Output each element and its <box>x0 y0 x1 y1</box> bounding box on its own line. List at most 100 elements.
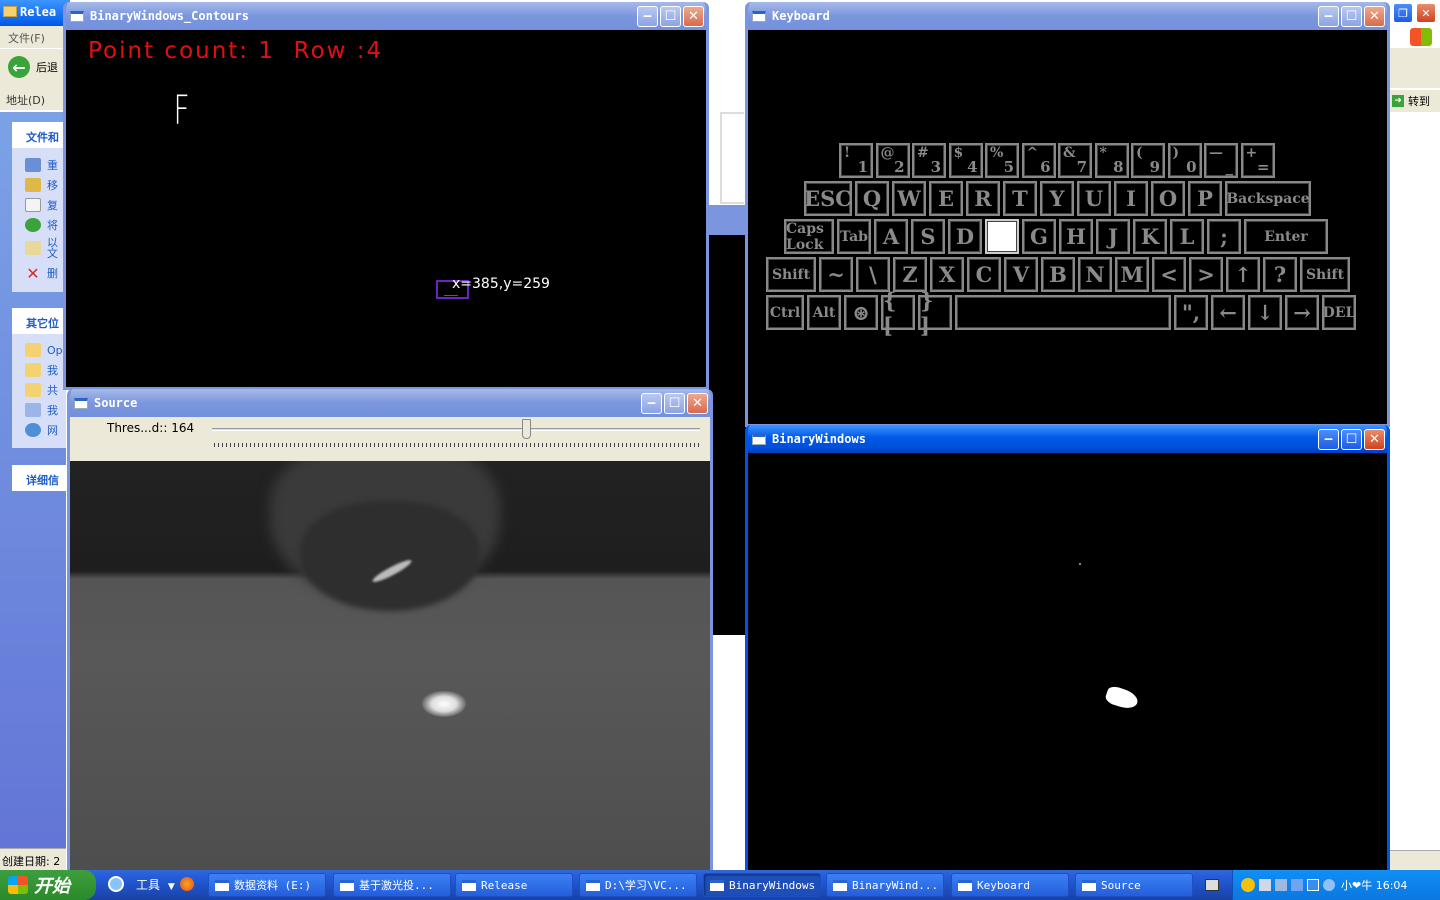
minimize-button[interactable]: ‒ <box>637 5 658 27</box>
key-num-5[interactable]: % 5 <box>985 143 1019 178</box>
key-e[interactable]: E <box>929 181 963 216</box>
place-item-2[interactable]: 我 <box>25 362 58 378</box>
back-button[interactable]: ← 后退 <box>8 56 58 78</box>
key-x[interactable]: ⊛ <box>844 295 878 330</box>
taskbar-item-7[interactable]: Keyboard <box>951 873 1069 897</box>
task-item-publish[interactable]: 将 <box>25 217 58 233</box>
key-j[interactable]: J <box>1096 219 1130 254</box>
key-x[interactable]: > <box>1189 257 1223 292</box>
maximize-button[interactable]: ☐ <box>660 5 681 27</box>
source-titlebar[interactable]: Source ‒ ☐ ✕ <box>70 389 710 417</box>
minimize-button[interactable]: ‒ <box>1318 428 1339 450</box>
close-button[interactable]: ✕ <box>1364 5 1385 27</box>
binary-titlebar[interactable]: BinaryWindows ‒ ☐ ✕ <box>748 425 1387 453</box>
contours-titlebar[interactable]: BinaryWindows_Contours ‒ ☐ ✕ <box>66 2 706 30</box>
close-button[interactable]: ✕ <box>687 392 708 414</box>
tray-icon-6[interactable] <box>1323 879 1335 891</box>
taskbar-item-3[interactable]: Release <box>455 873 573 897</box>
key-left-shift[interactable]: Shift <box>766 257 816 292</box>
key-w[interactable]: W <box>892 181 926 216</box>
key-x[interactable]: < <box>1152 257 1186 292</box>
key-x[interactable]: ~ <box>819 257 853 292</box>
key-num-8[interactable]: * 8 <box>1094 143 1129 178</box>
key-num-_[interactable]: — _ <box>1204 143 1238 178</box>
key-p[interactable]: P <box>1188 181 1222 216</box>
outer-close-button[interactable]: ✕ <box>1416 3 1436 23</box>
key-d[interactable]: D <box>948 219 982 254</box>
key-x[interactable]: ← <box>1211 295 1245 330</box>
key-s[interactable]: S <box>911 219 945 254</box>
key-x[interactable]: ↓ <box>1248 295 1282 330</box>
task-item-copy[interactable]: 复 <box>25 197 58 213</box>
minimize-button[interactable]: ‒ <box>1318 5 1339 27</box>
key-;[interactable]: ; <box>1207 219 1241 254</box>
key-num-9[interactable]: (9 <box>1131 143 1165 178</box>
key-num-4[interactable]: $4 <box>948 143 983 178</box>
key-i[interactable]: I <box>1114 181 1148 216</box>
place-item-5[interactable]: 网 <box>25 422 58 438</box>
quicklaunch-ie-icon[interactable] <box>108 876 124 892</box>
key-caps-lock[interactable]: Caps Lock <box>784 219 834 254</box>
key-num-1[interactable]: ! 1 <box>839 143 873 178</box>
tools-menu[interactable]: 工具 ▼ <box>136 876 175 893</box>
firefox-icon[interactable] <box>180 877 194 891</box>
taskbar-item-1[interactable]: 数据资料 (E:) <box>208 873 326 897</box>
key-h[interactable]: H <box>1059 219 1093 254</box>
key-num-3[interactable]: #3 <box>912 143 946 178</box>
place-item-4[interactable]: 我 <box>25 402 58 418</box>
key-num-=[interactable]: + = <box>1240 143 1275 178</box>
tray-icon-4[interactable] <box>1291 879 1303 891</box>
key-v[interactable]: V <box>1004 257 1038 292</box>
key-space[interactable] <box>955 295 1171 330</box>
shield-icon[interactable] <box>1307 879 1319 891</box>
network-tray-icon[interactable] <box>1275 879 1287 891</box>
key-num-7[interactable]: & 7 <box>1058 143 1092 178</box>
clock[interactable]: 小❤牛 16:04 <box>1341 877 1407 893</box>
task-item-move[interactable]: 移 <box>25 177 58 193</box>
key-t[interactable]: T <box>1003 181 1037 216</box>
key-num-0[interactable]: ) 0 <box>1167 143 1202 178</box>
key-x[interactable]: → <box>1285 295 1319 330</box>
key-c[interactable]: C <box>967 257 1001 292</box>
key-num-2[interactable]: @2 <box>875 143 910 178</box>
close-button[interactable]: ✕ <box>1364 428 1385 450</box>
keyboard-layout-icon[interactable] <box>1205 879 1219 891</box>
key-alt[interactable]: Alt <box>807 295 841 330</box>
task-item-email[interactable]: 以文 <box>25 237 59 259</box>
taskbar-item-2[interactable]: 基于激光投... <box>333 873 451 897</box>
place-item-3[interactable]: 共 <box>25 382 58 398</box>
key-b[interactable]: B <box>1041 257 1075 292</box>
task-panel-file-header[interactable]: 文件和 <box>12 122 66 148</box>
key-esc[interactable]: ESC <box>804 181 852 216</box>
key-del[interactable]: DEL <box>1322 295 1356 330</box>
key-xx[interactable]: ", <box>1174 295 1208 330</box>
key-xxx[interactable]: } ] <box>918 288 952 338</box>
threshold-track[interactable] <box>212 428 700 431</box>
volume-icon[interactable] <box>1259 879 1271 891</box>
task-panel-other-header[interactable]: 其它位 <box>12 308 66 334</box>
binary-window[interactable]: BinaryWindows ‒ ☐ ✕ <box>745 425 1390 873</box>
goto-button[interactable]: ➜ 转到 <box>1390 90 1440 112</box>
keyboard-titlebar[interactable]: Keyboard ‒ ☐ ✕ <box>748 2 1387 30</box>
task-panel-details-header[interactable]: 详细信 <box>12 465 66 488</box>
taskbar-item-8[interactable]: Source <box>1075 873 1193 897</box>
key-n[interactable]: N <box>1078 257 1112 292</box>
key-g[interactable]: G <box>1022 219 1056 254</box>
taskbar-item-4[interactable]: D:\学习\VC... <box>579 873 697 897</box>
key-y[interactable]: Y <box>1040 181 1074 216</box>
close-button[interactable]: ✕ <box>683 5 704 27</box>
key-r[interactable]: R <box>966 181 1000 216</box>
contours-window[interactable]: BinaryWindows_Contours ‒ ☐ ✕ Point count… <box>63 2 709 390</box>
key-xxx[interactable]: { [ <box>881 288 915 338</box>
maximize-button[interactable]: ☐ <box>1341 428 1362 450</box>
start-button[interactable]: 开始 <box>0 870 96 900</box>
key-x[interactable]: ? <box>1263 257 1297 292</box>
task-item-delete[interactable]: ✕ 删 <box>25 264 58 283</box>
key-m[interactable]: M <box>1115 257 1149 292</box>
qq-icon[interactable] <box>1241 878 1255 892</box>
key-u[interactable]: U <box>1077 181 1111 216</box>
taskbar-item-6[interactable]: BinaryWind... <box>826 873 944 897</box>
maximize-button[interactable]: ☐ <box>664 392 685 414</box>
menu-file[interactable]: 文件(F) <box>8 32 45 45</box>
key-q[interactable]: Q <box>855 181 889 216</box>
